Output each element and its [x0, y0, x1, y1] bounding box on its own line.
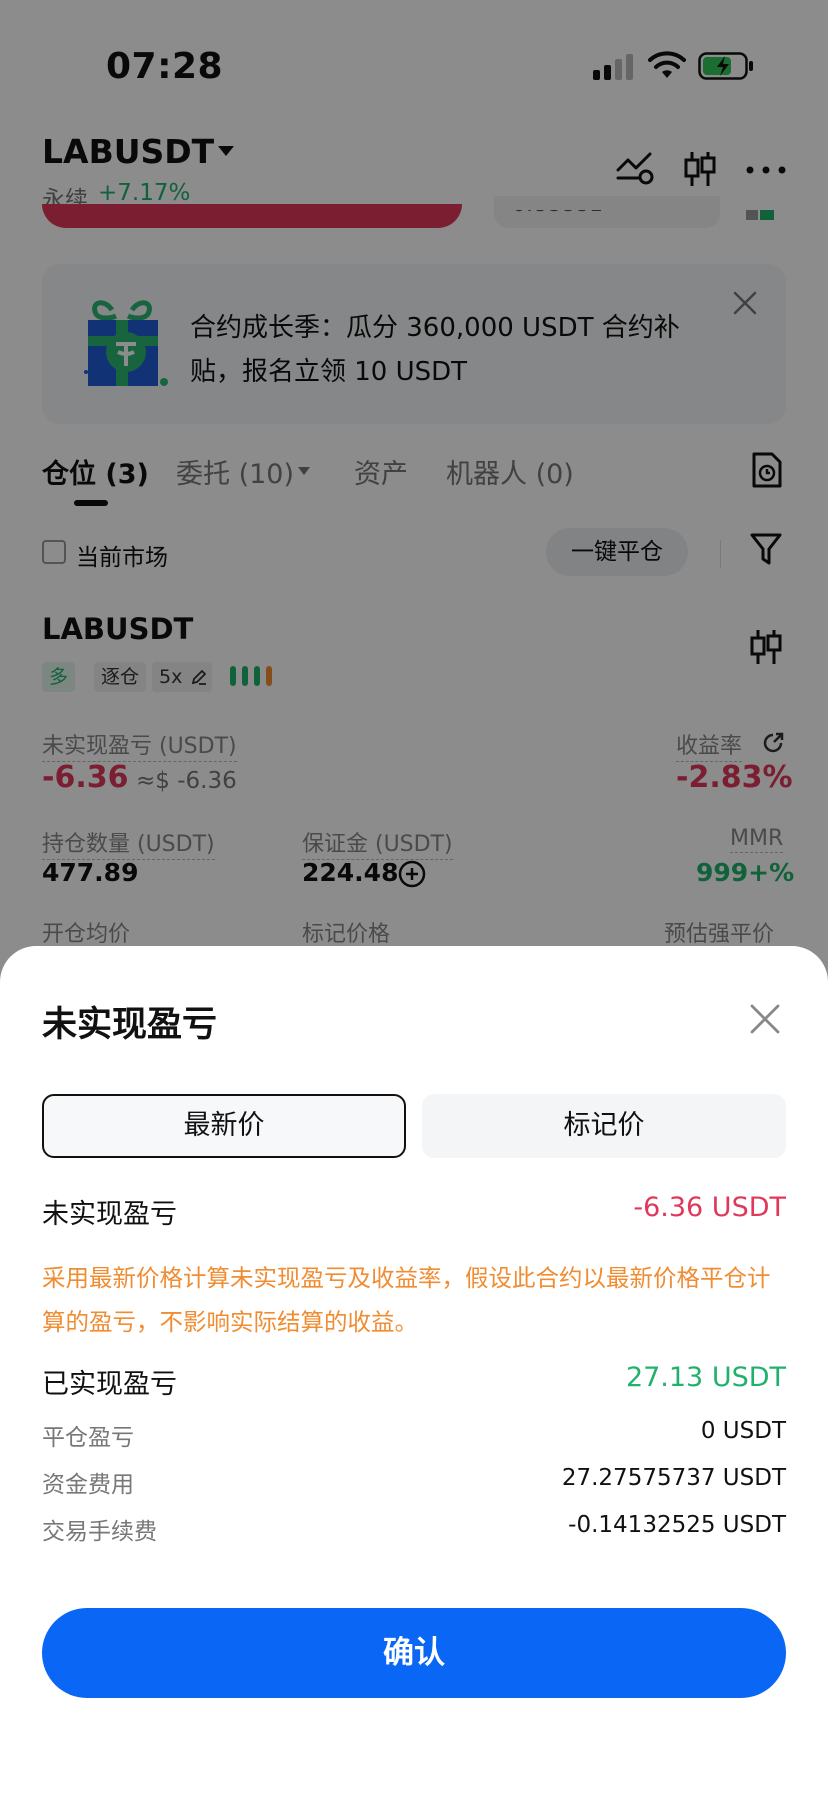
sheet-title: 未实现盈亏 [42, 1005, 218, 1045]
realized-pnl-label: 已实现盈亏 [42, 1369, 177, 1400]
trading-fee-label: 交易手续费 [42, 1519, 157, 1545]
funding-fee-value: 27.27575737 USDT [561, 1465, 786, 1491]
funding-fee-label: 资金费用 [42, 1472, 134, 1498]
realized-pnl-value: 27.13 USDT [625, 1362, 786, 1393]
trading-fee-value: -0.14132525 USDT [568, 1512, 786, 1538]
upnl-row-value: -6.36 USDT [633, 1192, 786, 1223]
close-icon[interactable] [748, 1002, 782, 1036]
confirm-button[interactable]: 确认 [42, 1608, 786, 1698]
mark-price-toggle[interactable]: 标记价 [422, 1094, 786, 1158]
latest-price-toggle[interactable]: 最新价 [42, 1094, 406, 1158]
upnl-row-label: 未实现盈亏 [42, 1199, 177, 1230]
close-pnl-value: 0 USDT [700, 1418, 786, 1444]
close-pnl-label: 平仓盈亏 [42, 1425, 134, 1451]
calc-note: 采用最新价格计算未实现盈亏及收益率，假设此合约以最新价格平仓计算的盈亏，不影响实… [42, 1264, 771, 1336]
